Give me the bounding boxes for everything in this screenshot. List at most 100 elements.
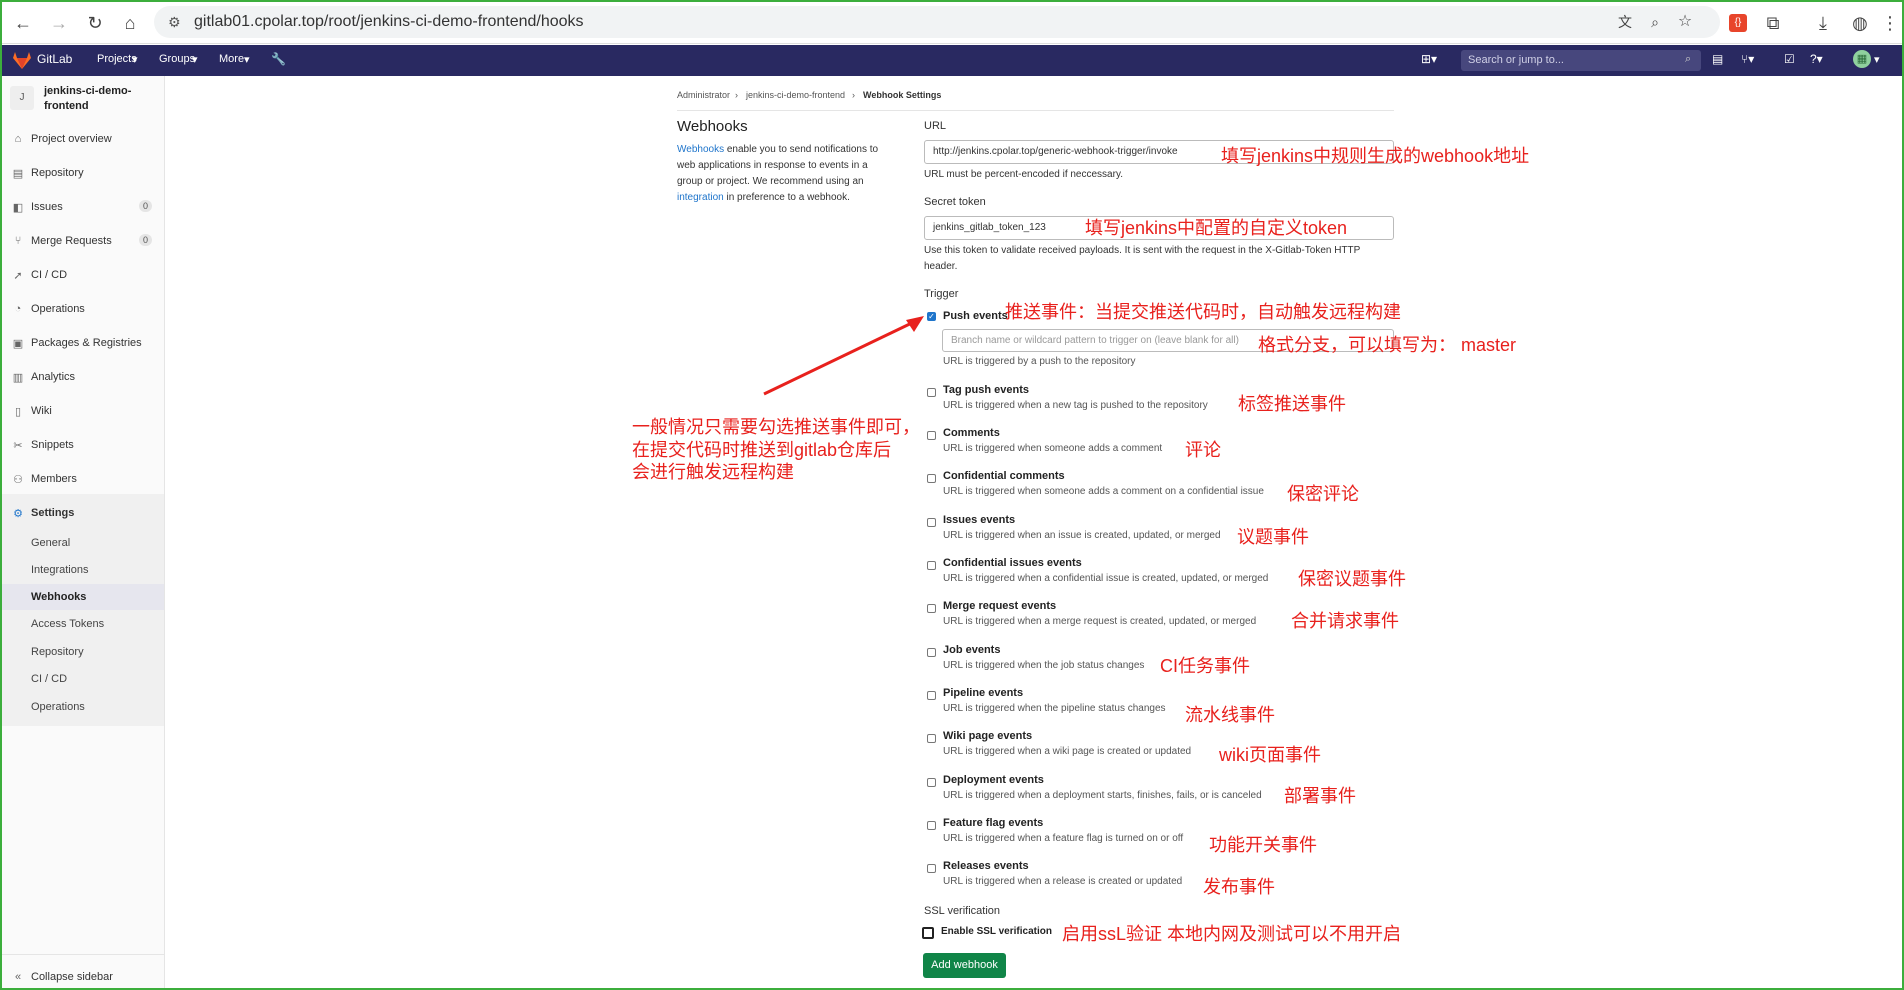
nav-more-chevron-icon[interactable]: ▾ bbox=[244, 53, 250, 66]
todo-icon[interactable]: ☑ bbox=[1784, 52, 1795, 66]
sidebar-item-label: CI / CD bbox=[31, 269, 68, 281]
tag-push-events-label[interactable]: Tag push events bbox=[943, 384, 1029, 396]
sidebar-sub-webhooks[interactable]: Webhooks bbox=[31, 591, 86, 603]
back-icon[interactable]: ← bbox=[12, 12, 34, 34]
reload-icon[interactable]: ↻ bbox=[84, 12, 106, 34]
feature-flag-events-label[interactable]: Feature flag events bbox=[943, 817, 1043, 829]
site-info-icon[interactable]: ⚙ bbox=[168, 14, 181, 31]
project-avatar[interactable]: J bbox=[10, 86, 34, 110]
merge-request-events-checkbox[interactable] bbox=[927, 604, 936, 613]
sidebar-item-operations[interactable]: ◔ Operations bbox=[2, 295, 164, 325]
forward-icon[interactable]: → bbox=[48, 12, 70, 34]
wiki-page-events-checkbox[interactable] bbox=[927, 734, 936, 743]
sidebar-item-packages[interactable]: ▣ Packages & Registries bbox=[2, 329, 164, 359]
comments-desc: URL is triggered when someone adds a com… bbox=[943, 443, 1163, 454]
token-help-1: Use this token to validate received payl… bbox=[924, 245, 1361, 256]
sidebar-item-ci-cd[interactable]: ➚ CI / CD bbox=[2, 261, 164, 291]
home-icon[interactable]: ⌂ bbox=[119, 12, 141, 34]
merge-requests-icon[interactable]: ⑂▾ bbox=[1741, 52, 1754, 66]
job-events-checkbox[interactable] bbox=[927, 648, 936, 657]
releases-events-checkbox[interactable] bbox=[927, 864, 936, 873]
sidebar-sub-ci-cd[interactable]: CI / CD bbox=[31, 673, 67, 685]
deployment-events-desc: URL is triggered when a deployment start… bbox=[943, 790, 1262, 801]
feature-flag-events-checkbox[interactable] bbox=[927, 821, 936, 830]
address-bar[interactable]: ⚙ gitlab01.cpolar.top/root/jenkins-ci-de… bbox=[154, 6, 1720, 38]
nav-projects-chevron-icon[interactable]: ▾ bbox=[132, 53, 138, 66]
issues-events-label[interactable]: Issues events bbox=[943, 514, 1015, 526]
deployment-events-checkbox[interactable] bbox=[927, 778, 936, 787]
collapse-sidebar-button[interactable]: « Collapse sidebar bbox=[2, 963, 164, 988]
sidebar-item-wiki[interactable]: ▯ Wiki bbox=[2, 397, 164, 427]
extension-icon[interactable]: {} bbox=[1729, 14, 1747, 32]
menu-icon[interactable]: ⋮ bbox=[1879, 12, 1901, 34]
search-input[interactable]: Search or jump to... bbox=[1461, 50, 1701, 71]
translate-icon[interactable]: 文 bbox=[1614, 11, 1636, 33]
sidebar-item-project-overview[interactable]: ⌂ Project overview bbox=[2, 125, 164, 155]
merge-request-events-label[interactable]: Merge request events bbox=[943, 600, 1056, 612]
sidebar-sub-general[interactable]: General bbox=[31, 537, 70, 549]
sidebar-sub-repository[interactable]: Repository bbox=[31, 646, 84, 658]
deployment-events-label[interactable]: Deployment events bbox=[943, 774, 1044, 786]
nav-more[interactable]: More bbox=[219, 53, 244, 65]
project-name-line1[interactable]: jenkins-ci-demo- bbox=[44, 85, 131, 97]
issues-icon[interactable]: ▤ bbox=[1712, 52, 1723, 66]
integration-link[interactable]: integration bbox=[677, 192, 724, 203]
header-divider bbox=[677, 110, 1394, 111]
add-webhook-button[interactable]: Add webhook bbox=[923, 953, 1006, 978]
ssl-verification-checkbox-label[interactable]: Enable SSL verification bbox=[941, 926, 1052, 937]
confidential-issues-events-label[interactable]: Confidential issues events bbox=[943, 557, 1082, 569]
comments-checkbox[interactable] bbox=[927, 431, 936, 440]
gitlab-brand[interactable]: GitLab bbox=[37, 52, 72, 66]
sidebar-sub-access-tokens[interactable]: Access Tokens bbox=[31, 618, 104, 630]
webhooks-docs-link[interactable]: Webhooks bbox=[677, 144, 724, 155]
pipeline-events-label[interactable]: Pipeline events bbox=[943, 687, 1023, 699]
sidebar-sub-operations[interactable]: Operations bbox=[31, 701, 85, 713]
sidebar-item-merge-requests[interactable]: ⑂ Merge Requests 0 bbox=[2, 227, 164, 257]
breadcrumb-project[interactable]: jenkins-ci-demo-frontend bbox=[746, 90, 845, 100]
nav-projects[interactable]: Projects bbox=[97, 53, 137, 65]
wiki-page-events-label[interactable]: Wiki page events bbox=[943, 730, 1032, 742]
sidebar-item-settings[interactable]: ⚙ Settings bbox=[2, 499, 164, 529]
releases-events-label[interactable]: Releases events bbox=[943, 860, 1029, 872]
sidebar-item-issues[interactable]: ◧ Issues 0 bbox=[2, 193, 164, 223]
user-avatar[interactable]: ▦ bbox=[1853, 50, 1871, 68]
breadcrumb-administrator[interactable]: Administrator bbox=[677, 90, 730, 100]
project-sidebar: J jenkins-ci-demo- frontend ⌂ Project ove… bbox=[2, 76, 165, 988]
releases-events-desc: URL is triggered when a release is creat… bbox=[943, 876, 1183, 887]
confidential-comments-checkbox[interactable] bbox=[927, 474, 936, 483]
sidebar-item-members[interactable]: ⚇ Members bbox=[2, 465, 164, 495]
zoom-icon[interactable]: ⌕ bbox=[1644, 11, 1666, 33]
home-icon: ⌂ bbox=[14, 133, 22, 145]
sidebar-item-label: Members bbox=[31, 473, 77, 485]
confidential-comments-label[interactable]: Confidential comments bbox=[943, 470, 1065, 482]
sidebar-item-analytics[interactable]: ▥ Analytics bbox=[2, 363, 164, 393]
sidebar-item-label: Snippets bbox=[31, 439, 74, 451]
intro-text: in preference to a webhook. bbox=[723, 192, 850, 203]
nav-groups[interactable]: Groups bbox=[159, 53, 195, 65]
user-menu-chevron-icon[interactable]: ▾ bbox=[1874, 53, 1880, 66]
job-events-label[interactable]: Job events bbox=[943, 644, 1000, 656]
new-plus-icon[interactable]: ⊞▾ bbox=[1421, 52, 1437, 66]
project-name-line2[interactable]: frontend bbox=[44, 100, 89, 112]
issues-events-checkbox[interactable] bbox=[927, 518, 936, 527]
profile-icon[interactable]: ◍ bbox=[1849, 12, 1871, 34]
help-icon[interactable]: ?▾ bbox=[1810, 52, 1823, 66]
ssl-verification-checkbox[interactable] bbox=[922, 927, 934, 939]
push-events-label[interactable]: Push events bbox=[943, 310, 1008, 322]
url-label: URL bbox=[924, 120, 947, 132]
bookmark-star-icon[interactable]: ☆ bbox=[1674, 11, 1696, 33]
gitlab-logo-icon[interactable] bbox=[13, 52, 31, 69]
nav-groups-chevron-icon[interactable]: ▾ bbox=[192, 53, 198, 66]
annotation-wiki: wiki页面事件 bbox=[1219, 745, 1321, 765]
search-icon[interactable]: ⌕ bbox=[1685, 53, 1691, 66]
sidebar-item-snippets[interactable]: ✂ Snippets bbox=[2, 431, 164, 461]
sidebar-divider bbox=[2, 954, 164, 955]
comments-label[interactable]: Comments bbox=[943, 427, 1000, 439]
download-icon[interactable]: ⤓ bbox=[1812, 12, 1834, 34]
admin-wrench-icon[interactable]: 🔧 bbox=[271, 52, 286, 66]
extensions-puzzle-icon[interactable]: ⧉ bbox=[1762, 12, 1784, 34]
pipeline-events-checkbox[interactable] bbox=[927, 691, 936, 700]
sidebar-item-repository[interactable]: ▤ Repository bbox=[2, 159, 164, 189]
sidebar-sub-integrations[interactable]: Integrations bbox=[31, 564, 88, 576]
confidential-issues-events-checkbox[interactable] bbox=[927, 561, 936, 570]
